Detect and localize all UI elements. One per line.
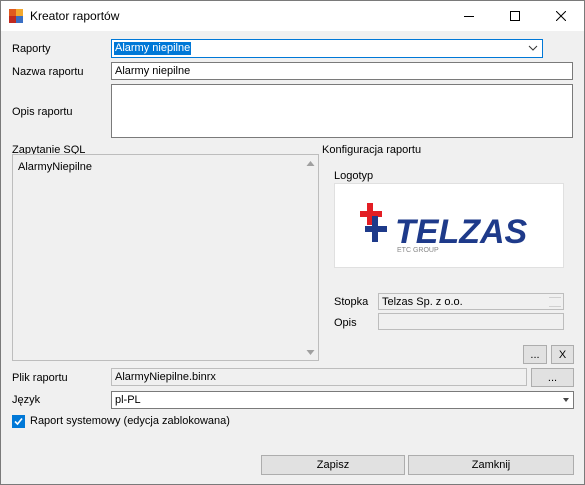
raporty-select[interactable]: Alarmy niepilne bbox=[111, 39, 543, 58]
stopka-scroll-handle[interactable] bbox=[549, 297, 561, 307]
dropdown-arrow-icon bbox=[563, 398, 569, 402]
checkmark-icon bbox=[14, 417, 23, 426]
scroll-down-icon bbox=[306, 350, 315, 355]
system-report-label[interactable]: Raport systemowy (edycja zablokowana) bbox=[30, 415, 230, 427]
window-title: Kreator raportów bbox=[30, 9, 120, 23]
logo-preview[interactable]: TELZAS ETC GROUP bbox=[334, 183, 564, 268]
stopka-label: Stopka bbox=[334, 296, 369, 308]
report-file-field[interactable]: AlarmyNiepilne.binrx bbox=[111, 368, 527, 386]
opis-cfg-field[interactable] bbox=[378, 313, 564, 330]
title-bar: Kreator raportów bbox=[1, 1, 584, 31]
scroll-up-icon bbox=[306, 161, 315, 166]
stopka-field[interactable]: Telzas Sp. z o.o. bbox=[378, 293, 564, 310]
telzas-logo: TELZAS ETC GROUP bbox=[360, 203, 528, 254]
maximize-icon bbox=[510, 11, 520, 21]
close-button[interactable]: Zamknij bbox=[408, 455, 574, 475]
stopka-value: Telzas Sp. z o.o. bbox=[382, 296, 463, 308]
system-report-checkbox[interactable] bbox=[12, 415, 25, 428]
raporty-selected-value: Alarmy niepilne bbox=[114, 42, 192, 55]
save-button[interactable]: Zapisz bbox=[261, 455, 405, 475]
jezyk-label: Język bbox=[12, 394, 41, 406]
sql-query-text: AlarmyNiepilne bbox=[18, 161, 92, 173]
close-icon bbox=[556, 11, 566, 21]
report-wizard-window: Kreator raportów Raporty Alarmy niepilne… bbox=[0, 0, 585, 485]
logo-clear-button[interactable]: X bbox=[551, 345, 574, 364]
logo-wordmark: TELZAS bbox=[395, 213, 528, 251]
report-description-textarea[interactable] bbox=[111, 84, 573, 138]
minimize-button[interactable] bbox=[446, 1, 492, 31]
app-icon bbox=[9, 9, 23, 23]
report-file-browse-button[interactable]: ... bbox=[531, 368, 574, 387]
minimize-icon bbox=[464, 16, 474, 17]
opis-cfg-label: Opis bbox=[334, 317, 357, 329]
language-select[interactable]: pl-PL bbox=[111, 391, 574, 409]
close-window-button[interactable] bbox=[538, 1, 584, 31]
nazwa-label: Nazwa raportu bbox=[12, 66, 84, 78]
logo-browse-button[interactable]: ... bbox=[523, 345, 547, 364]
sql-scrollbar[interactable] bbox=[303, 155, 318, 360]
plik-label: Plik raportu bbox=[12, 372, 68, 384]
opis-label: Opis raportu bbox=[12, 106, 73, 118]
language-selected-value: pl-PL bbox=[115, 394, 141, 406]
logo-tagline: ETC GROUP bbox=[397, 247, 439, 254]
raporty-label: Raporty bbox=[12, 43, 51, 55]
chevron-down-icon bbox=[528, 45, 538, 51]
report-name-input[interactable]: Alarmy niepilne bbox=[111, 62, 573, 80]
maximize-button[interactable] bbox=[492, 1, 538, 31]
konfig-label: Konfiguracja raportu bbox=[322, 144, 422, 156]
sql-query-textarea[interactable]: AlarmyNiepilne bbox=[12, 154, 319, 361]
logotyp-label: Logotyp bbox=[334, 170, 374, 182]
